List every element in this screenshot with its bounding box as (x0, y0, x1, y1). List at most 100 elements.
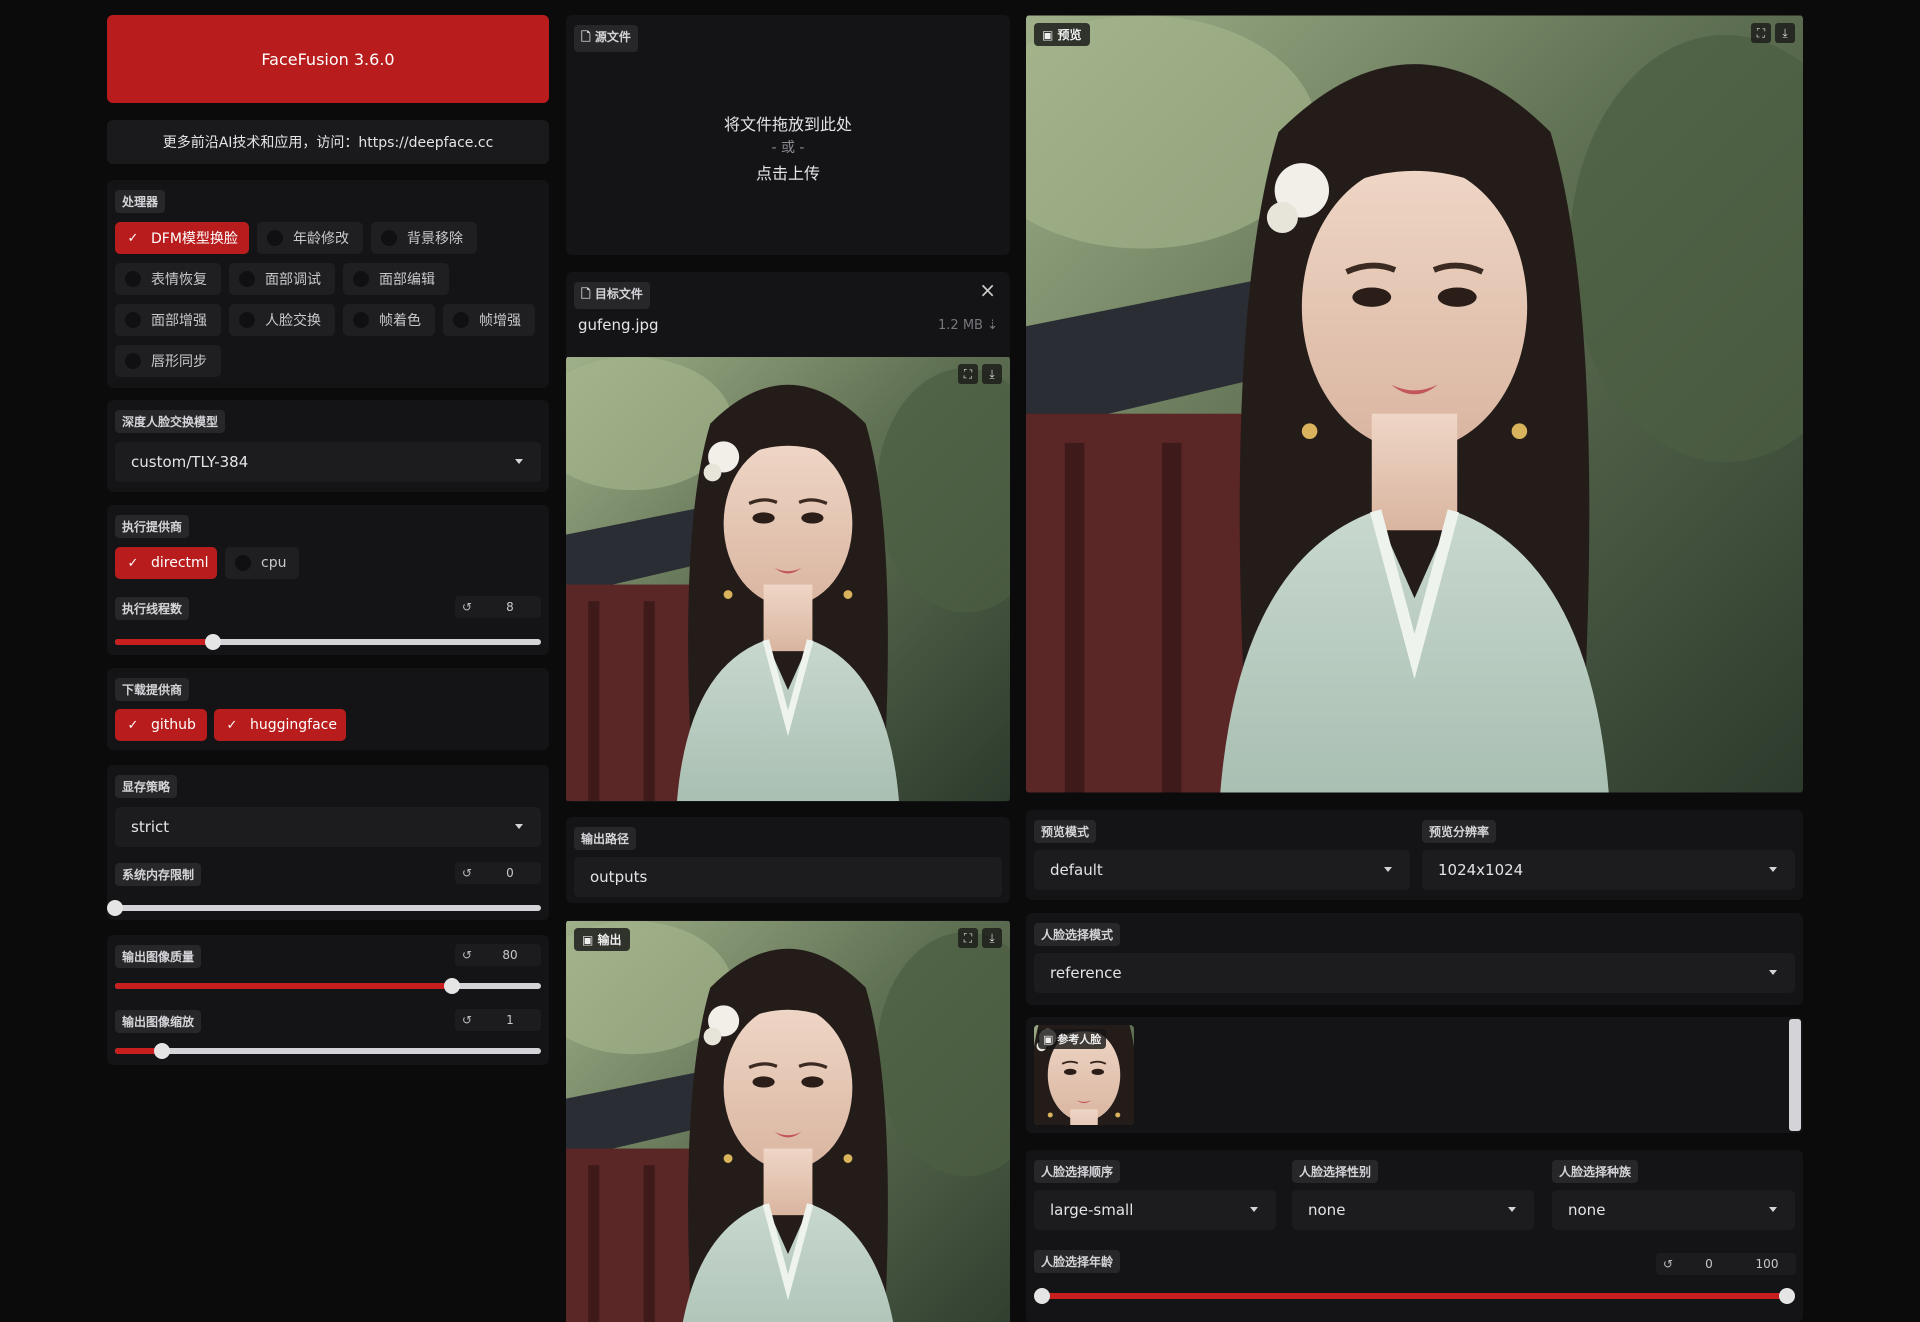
processor-face-debugger[interactable]: 面部调试 (229, 263, 335, 295)
preview-settings-panel: 预览模式 default 预览分辨率 1024x1024 (1026, 810, 1803, 900)
slider-thumb[interactable] (443, 978, 460, 994)
age-min-value[interactable]: 0 (1680, 1257, 1738, 1271)
processor-dfm[interactable]: ✓ DFM模型换脸 (115, 222, 249, 254)
slider-thumb[interactable] (204, 634, 221, 650)
processor-face-swapper[interactable]: 人脸交换 (229, 304, 335, 336)
download-icon[interactable]: ⤓ (1775, 23, 1795, 43)
processor-lip-syncer[interactable]: 唇形同步 (115, 345, 221, 377)
face-selector-race-select[interactable]: none (1552, 1190, 1795, 1230)
reset-icon[interactable]: ↺ (455, 1013, 479, 1027)
checkbox-icon (239, 312, 255, 328)
provider-label: cpu (261, 555, 287, 571)
processor-face-enhancer[interactable]: 面部增强 (115, 304, 221, 336)
output-path-value: outputs (590, 868, 648, 886)
target-label-text: 目标文件 (594, 287, 643, 301)
output-image-quality-input[interactable]: ↺ 80 (455, 944, 541, 966)
face-selector-gender-label: 人脸选择性别 (1292, 1160, 1379, 1183)
provider-huggingface[interactable]: ✓ huggingface (214, 709, 346, 741)
reset-icon[interactable]: ↺ (455, 600, 479, 614)
fullscreen-icon[interactable]: ⛶ (958, 364, 978, 384)
slider-thumb[interactable] (107, 900, 123, 916)
preview-image: ▣ 预览 ⛶ ⤓ (1026, 15, 1803, 793)
processor-age-modifier[interactable]: 年龄修改 (257, 222, 363, 254)
processors-panel: 处理器 ✓ DFM模型换脸 年龄修改 背景移除 表情恢复 面部调试 面部编辑 面部… (107, 180, 549, 388)
gallery-scrollbar[interactable] (1789, 1019, 1801, 1131)
output-panel: ▣ 输出 ⛶ ⤓ (566, 920, 1010, 1322)
target-portrait-image (566, 356, 1010, 802)
output-image-panel: 输出图像质量 ↺ 80 输出图像缩放 ↺ 1 (107, 935, 549, 1065)
video-memory-strategy-select[interactable]: strict (115, 807, 541, 847)
reference-face-label-text: 参考人脸 (1057, 1033, 1102, 1046)
face-selector-mode-select[interactable]: reference (1034, 953, 1795, 993)
processor-label: 人脸交换 (265, 313, 321, 329)
source-label-text: 源文件 (594, 30, 631, 44)
deep-swapper-label: 深度人脸交换模型 (115, 410, 226, 433)
source-upload-panel[interactable]: 🗋 源文件 将文件拖放到此处 - 或 - 点击上传 (566, 15, 1010, 255)
processor-label: DFM模型换脸 (151, 231, 238, 247)
checkbox-icon (125, 312, 141, 328)
fullscreen-icon[interactable]: ⛶ (958, 928, 978, 948)
caret-down-icon (515, 459, 523, 464)
caret-down-icon (1769, 970, 1777, 975)
output-image-quality-slider[interactable] (115, 978, 541, 994)
reset-icon[interactable]: ↺ (1656, 1257, 1680, 1271)
system-memory-limit-input[interactable]: ↺ 0 (455, 862, 541, 884)
download-icon[interactable]: ⤓ (982, 364, 1002, 384)
target-image: ⛶ ⤓ (566, 356, 1010, 802)
caret-down-icon (1769, 867, 1777, 872)
deep-swapper-panel: 深度人脸交换模型 custom/TLY-384 (107, 400, 549, 492)
face-selector-gender-select[interactable]: none (1292, 1190, 1534, 1230)
download-icon[interactable]: ⤓ (982, 928, 1002, 948)
notice-text: 更多前沿AI技术和应用，访问：https://deepface.cc (162, 135, 494, 151)
processor-frame-enhancer[interactable]: 帧增强 (443, 304, 535, 336)
selected-value: large-small (1050, 1201, 1134, 1219)
slider-thumb[interactable] (153, 1043, 170, 1059)
provider-directml[interactable]: ✓ directml (115, 547, 217, 579)
execution-threads-input[interactable]: ↺ 8 (455, 596, 541, 618)
preview-resolution-select[interactable]: 1024x1024 (1422, 850, 1795, 890)
system-memory-limit-slider[interactable] (107, 900, 541, 916)
image-icon: ▣ (582, 933, 594, 947)
processor-expression-restorer[interactable]: 表情恢复 (115, 263, 221, 295)
face-selector-options-panel: 人脸选择顺序 large-small 人脸选择性别 none 人脸选择种族 no… (1026, 1150, 1803, 1322)
face-selector-order-select[interactable]: large-small (1034, 1190, 1276, 1230)
preview-mode-select[interactable]: default (1034, 850, 1410, 890)
slider-fill (115, 983, 452, 989)
source-label: 🗋 源文件 (574, 25, 638, 52)
slider-fill (1042, 1293, 1787, 1299)
output-image-scale-input[interactable]: ↺ 1 (455, 1009, 541, 1031)
processor-face-editor[interactable]: 面部编辑 (343, 263, 449, 295)
app-title: FaceFusion 3.6.0 (261, 49, 395, 69)
or-text: - 或 - (771, 140, 805, 156)
reference-face-thumbnail[interactable]: ▣ 参考人脸 (1034, 1025, 1134, 1125)
reset-icon[interactable]: ↺ (455, 866, 479, 880)
execution-threads-slider[interactable] (115, 634, 541, 650)
click-upload-text[interactable]: 点击上传 (566, 160, 1010, 184)
close-icon[interactable]: × (979, 278, 996, 302)
output-path-input[interactable]: outputs (574, 857, 1002, 897)
system-memory-limit-label: 系统内存限制 (115, 863, 202, 886)
provider-github[interactable]: ✓ github (115, 709, 207, 741)
output-path-label: 输出路径 (574, 827, 637, 850)
reset-icon[interactable]: ↺ (455, 948, 479, 962)
fullscreen-icon[interactable]: ⛶ (1751, 23, 1771, 43)
execution-threads-label: 执行线程数 (115, 597, 190, 620)
output-portrait-image (566, 920, 1010, 1322)
deep-swapper-model-select[interactable]: custom/TLY-384 (115, 442, 541, 482)
selected-value: custom/TLY-384 (131, 453, 249, 471)
output-label: ▣ 输出 (574, 928, 630, 951)
provider-cpu[interactable]: cpu (225, 547, 299, 579)
slider-thumb-max[interactable] (1779, 1288, 1795, 1304)
face-selector-age-range-input[interactable]: ↺ 0 100 (1656, 1253, 1796, 1275)
age-max-value[interactable]: 100 (1738, 1257, 1796, 1271)
processor-frame-colorizer[interactable]: 帧着色 (343, 304, 435, 336)
output-image-scale-slider[interactable] (115, 1043, 541, 1059)
face-selector-mode-label: 人脸选择模式 (1034, 923, 1121, 946)
checkbox-icon (125, 353, 141, 369)
slider-thumb-min[interactable] (1034, 1288, 1050, 1304)
video-memory-strategy-label: 显存策略 (115, 775, 178, 798)
face-selector-age-slider[interactable] (1034, 1288, 1795, 1304)
app-title-button[interactable]: FaceFusion 3.6.0 (107, 15, 549, 103)
target-filesize[interactable]: 1.2 MB ⇣ (938, 318, 998, 333)
processor-background-remover[interactable]: 背景移除 (371, 222, 477, 254)
